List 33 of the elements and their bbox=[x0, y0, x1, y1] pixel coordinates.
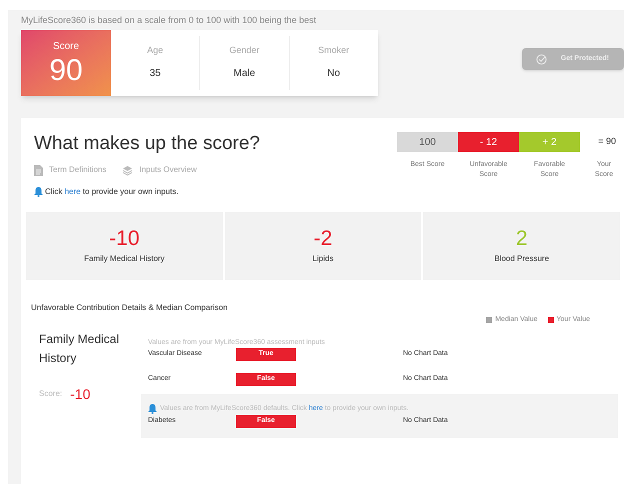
field-label: Gender bbox=[229, 44, 260, 57]
here-link[interactable]: here bbox=[64, 187, 81, 196]
field-value: Male bbox=[234, 66, 256, 80]
score-segment: - 12 bbox=[458, 132, 519, 152]
category-score: -2 bbox=[314, 227, 332, 251]
field-value: 35 bbox=[150, 66, 161, 80]
total-score: = 90 bbox=[598, 135, 616, 148]
bell-icon bbox=[148, 404, 157, 414]
bell-icon bbox=[34, 187, 43, 197]
category-label: Family Medical History bbox=[84, 253, 165, 265]
field-value: No bbox=[327, 66, 340, 80]
info-text: MyLifeScore360 is based on a scale from 0 to 100 with 100 being the best bbox=[20, 14, 318, 27]
notice-text: Click here to provide your own inputs. bbox=[45, 186, 178, 198]
toolbar-link[interactable]: Inputs Overview bbox=[122, 164, 197, 176]
score-label: Score: bbox=[39, 388, 62, 400]
category-score: -10 bbox=[109, 227, 140, 251]
score-label: Score bbox=[52, 40, 80, 54]
history-title: Family Medical History bbox=[39, 330, 120, 366]
section-title: What makes up the score? bbox=[34, 132, 260, 156]
score-segment: + 2 bbox=[519, 132, 580, 152]
field-label: Age bbox=[147, 44, 164, 57]
details-title: Unfavorable Contribution Details & Median Comparison bbox=[31, 302, 228, 314]
check-circle-icon bbox=[536, 54, 547, 64]
category-label: Lipids bbox=[312, 253, 334, 265]
score-segment: 100 bbox=[397, 132, 458, 152]
category-label: Blood Pressure bbox=[494, 253, 550, 265]
history-score: -10 bbox=[70, 384, 90, 404]
category-score: 2 bbox=[516, 227, 528, 251]
field-label: Smoker bbox=[318, 44, 350, 57]
score-value: 90 bbox=[49, 54, 83, 88]
document-icon bbox=[34, 164, 43, 176]
toolbar-link[interactable]: Term Definitions bbox=[34, 164, 106, 176]
layers-icon bbox=[122, 164, 134, 176]
